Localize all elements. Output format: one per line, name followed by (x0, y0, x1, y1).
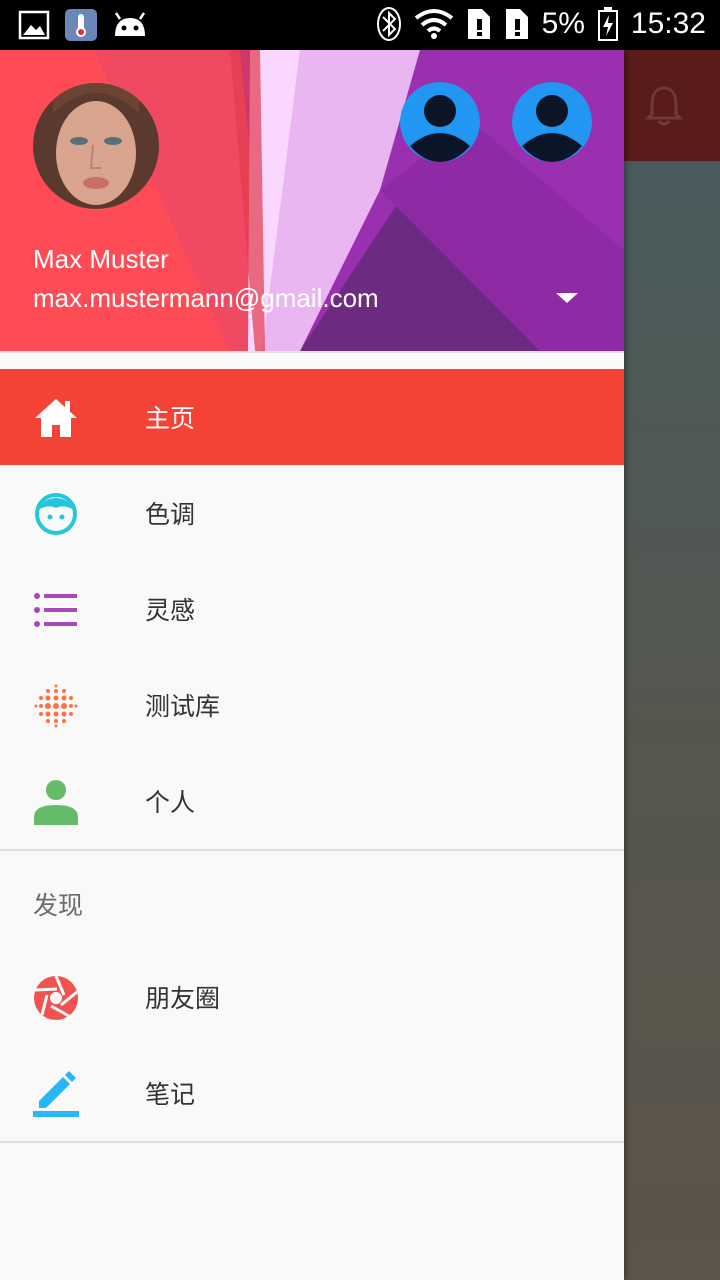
camera-aperture-icon (33, 975, 79, 1021)
face-icon (33, 491, 79, 537)
android-icon (114, 12, 146, 36)
menu-item-label: 笔记 (145, 1080, 196, 1109)
battery-percent: 5% (541, 7, 585, 40)
person-icon (33, 779, 79, 825)
menu-item-moments[interactable]: 朋友圈 (0, 949, 624, 1045)
list-icon (33, 587, 79, 633)
divider (0, 1141, 624, 1143)
menu-item-label: 个人 (145, 788, 196, 817)
thermometer-icon (65, 9, 97, 41)
user-name: Max Muster (33, 244, 169, 274)
drawer-menu: 主页 色调 灵感 测试库 个人 发现 朋友圈 笔记 (0, 369, 624, 1143)
home-icon (33, 395, 79, 441)
menu-item-label: 灵感 (145, 596, 196, 625)
bluetooth-icon (376, 7, 401, 41)
section-title: 发现 (33, 891, 84, 920)
menu-item-inspiration[interactable]: 灵感 (0, 561, 624, 657)
menu-item-label: 朋友圈 (145, 984, 221, 1013)
menu-item-home[interactable]: 主页 (0, 369, 624, 465)
navigation-drawer: Max Muster max.mustermann@gmail.com 主页 色… (0, 50, 624, 1280)
battery-charging-icon (597, 7, 618, 41)
image-icon (18, 10, 50, 40)
menu-item-label: 主页 (145, 404, 196, 433)
menu-item-label: 色调 (145, 500, 196, 529)
menu-item-label: 测试库 (145, 692, 221, 721)
header-divider (0, 351, 624, 353)
bell-icon[interactable] (644, 84, 684, 128)
account-dropdown-icon[interactable] (556, 293, 578, 303)
background-toolbar (624, 50, 720, 161)
user-email: max.mustermann@gmail.com (33, 283, 379, 313)
menu-item-tone[interactable]: 色调 (0, 465, 624, 561)
account-avatar-icon[interactable] (400, 82, 480, 162)
clock: 15:32 (630, 7, 706, 40)
menu-item-personal[interactable]: 个人 (0, 753, 624, 849)
menu-item-notes[interactable]: 笔记 (0, 1045, 624, 1141)
drawer-header: Max Muster max.mustermann@gmail.com (0, 50, 624, 351)
status-bar: 5% 15:32 (0, 0, 720, 50)
avatar-image (33, 83, 159, 209)
menu-item-test-library[interactable]: 测试库 (0, 657, 624, 753)
wifi-icon (414, 9, 453, 39)
sim-alert-icon (467, 9, 490, 39)
section-header-discover: 发现 (0, 851, 624, 949)
avatar[interactable] (33, 83, 159, 209)
pencil-icon (33, 1071, 79, 1117)
account-avatar-icon[interactable] (512, 82, 592, 162)
dots-grid-icon (33, 683, 79, 729)
background-app (624, 50, 720, 1280)
sim-alert-icon (505, 9, 528, 39)
